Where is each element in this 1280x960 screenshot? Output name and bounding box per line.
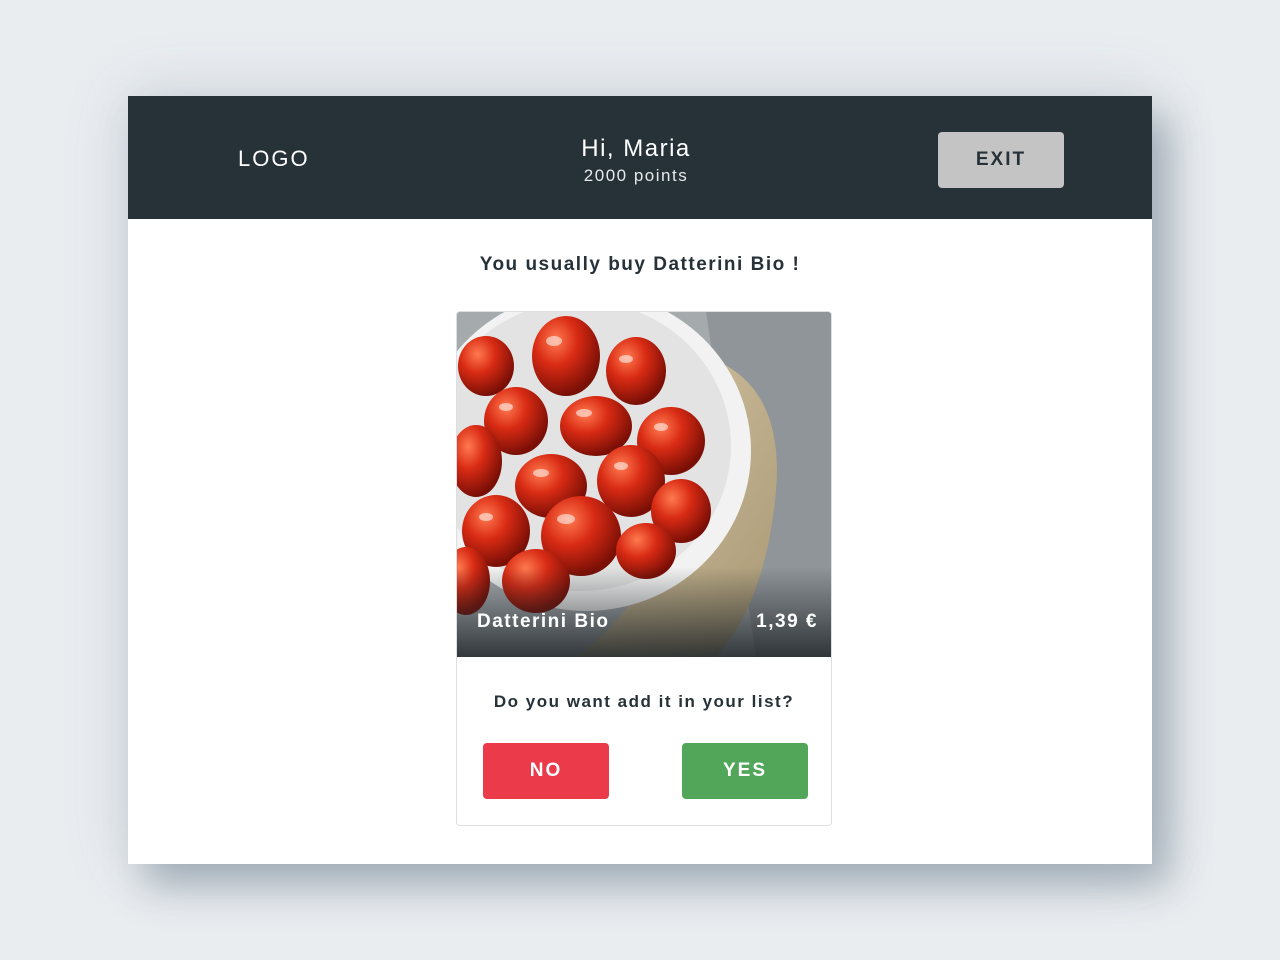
user-greeting: Hi, Maria 2000 points [536,134,736,188]
product-card: Datterini Bio 1,39 € Do you want add it … [456,311,832,826]
no-button[interactable]: NO [483,743,609,799]
product-image: Datterini Bio 1,39 € [457,312,831,657]
points-balance: 2000 points [583,166,689,185]
logo: LOGO [238,146,310,171]
product-price: 1,39 € [756,611,818,632]
header: LOGO Hi, Maria 2000 points EXIT [128,96,1152,219]
greeting-name: Hi, Maria [581,135,691,162]
exit-button[interactable]: EXIT [938,132,1064,188]
yes-button[interactable]: YES [682,743,808,799]
suggestion-text: You usually buy Datterini Bio ! [479,254,801,275]
add-to-list-question: Do you want add it in your list? [493,692,795,711]
app-window: LOGO Hi, Maria 2000 points EXIT You usua… [128,96,1152,864]
product-name: Datterini Bio [477,611,610,632]
